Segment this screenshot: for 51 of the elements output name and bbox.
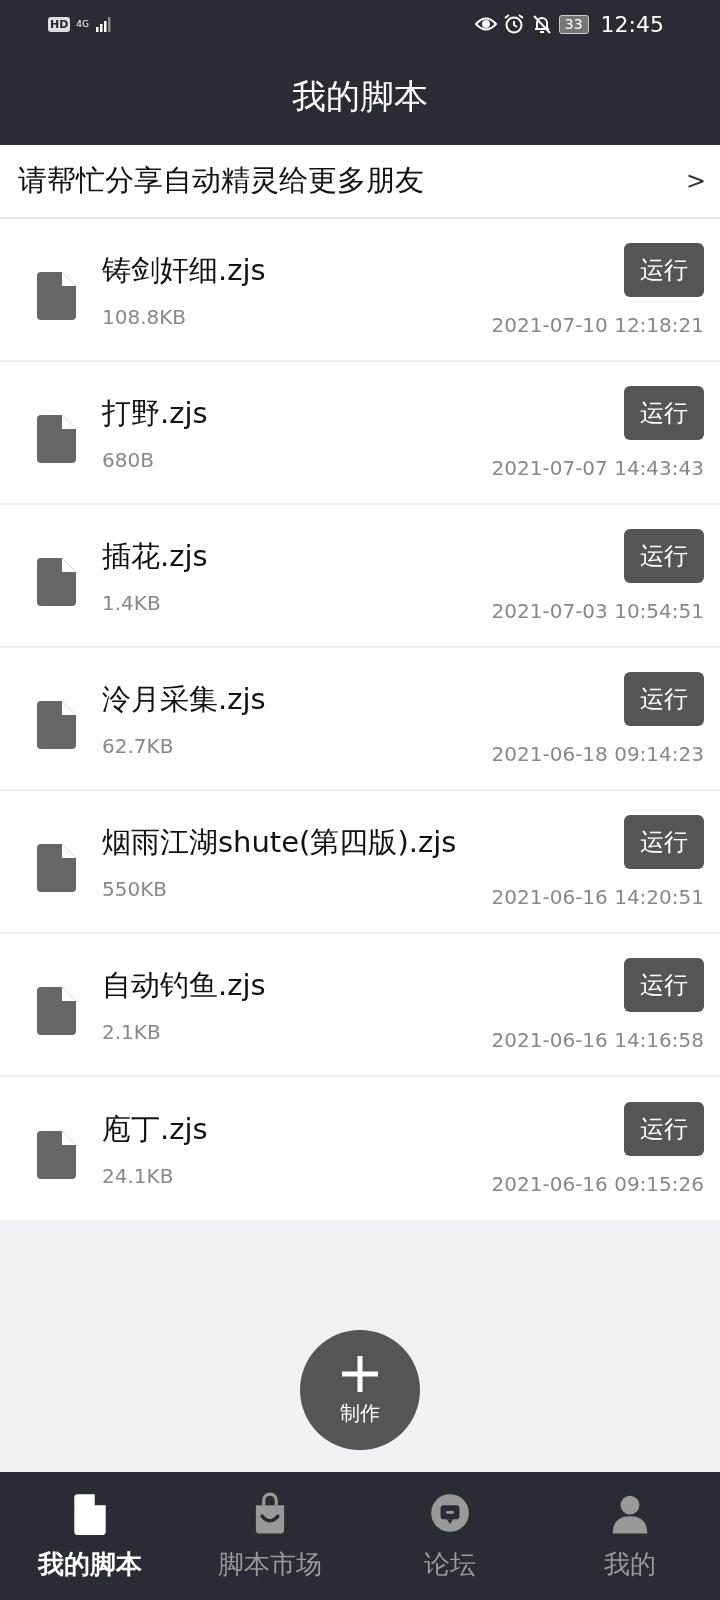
modified-date: 2021-06-18 09:14:23 [491,741,704,766]
plus-icon [340,1353,380,1394]
file-size: 108.8KB [102,304,188,329]
script-name: 插花.zjs [102,537,209,575]
file-icon [36,986,76,1035]
signal-icon [95,16,114,32]
alarm-icon [502,13,525,35]
file-size: 680B [102,447,155,472]
file-size: 550KB [102,876,168,901]
nav-tab[interactable]: 脚本市场 [180,1472,360,1600]
script-name: 庖丁.zjs [102,1110,209,1148]
script-name: 自动钓鱼.zjs [102,966,267,1004]
run-button[interactable]: 运行 [624,671,704,726]
file-icon [36,843,76,892]
file-icon [36,557,76,606]
run-button[interactable]: 运行 [624,242,704,297]
file-icon [36,700,76,749]
nav-tab[interactable]: 我的 [540,1472,720,1600]
script-name: 打野.zjs [102,394,209,432]
script-name: 烟雨江湖shute(第四版).zjs [102,823,458,861]
modified-date: 2021-06-16 14:20:51 [491,884,704,909]
modified-date: 2021-06-16 09:15:26 [491,1171,704,1196]
file-size: 62.7KB [102,733,175,758]
network-type: 4G [76,19,90,29]
create-button[interactable]: 制作 [300,1330,420,1450]
run-button[interactable]: 运行 [624,528,704,583]
file-size: 2.1KB [102,1019,162,1044]
script-name: 铸剑奸细.zjs [102,251,267,289]
nav-tab[interactable]: 我的脚本 [0,1472,180,1600]
share-prompt[interactable]: 请帮忙分享自动精灵给更多朋友 [18,161,686,201]
run-button[interactable]: 运行 [624,814,704,869]
muted-bell-icon [530,13,553,35]
file-icon [36,271,76,320]
hd-icon: HD [48,16,71,32]
run-button[interactable]: 运行 [624,957,704,1012]
battery-level: 33 [558,14,589,34]
file-size: 24.1KB [102,1163,175,1188]
chevron-icon: > [685,167,706,195]
nav-tab[interactable]: 论坛 [360,1472,540,1600]
modified-date: 2021-07-10 12:18:21 [491,312,704,337]
file-size: 1.4KB [102,590,162,615]
script-name: 泠月采集.zjs [102,680,267,718]
run-button[interactable]: 运行 [624,1101,704,1156]
page-title: 我的脚本 [291,74,429,118]
run-button[interactable]: 运行 [624,385,704,440]
file-icon [36,414,76,463]
file-icon [36,1130,76,1179]
clock-time: 12:45 [600,11,664,37]
modified-date: 2021-07-03 10:54:51 [491,598,704,623]
modified-date: 2021-06-16 14:16:58 [491,1027,704,1052]
modified-date: 2021-07-07 14:43:43 [491,455,704,480]
